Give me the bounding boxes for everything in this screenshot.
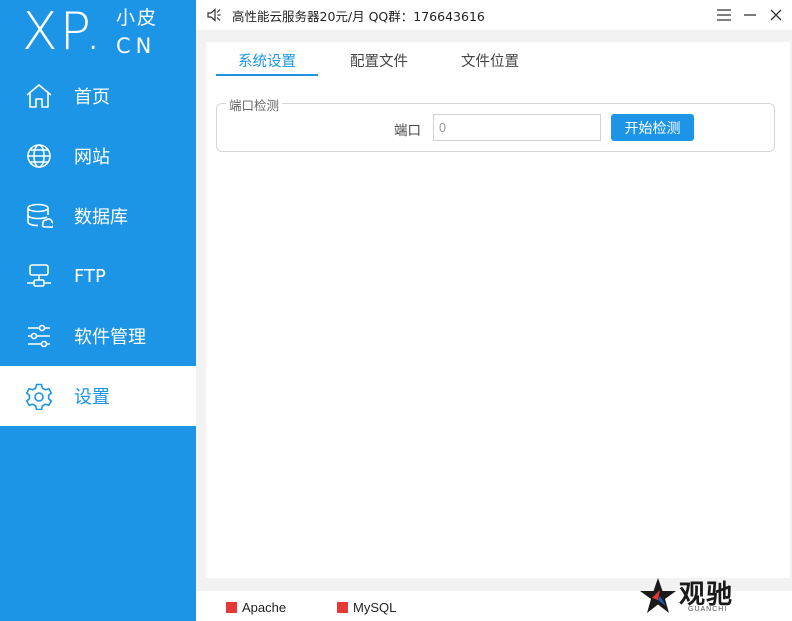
notice-text[interactable]: 高性能云服务器20元/月 QQ群：176643616 bbox=[232, 6, 485, 25]
port-input[interactable] bbox=[433, 114, 601, 141]
close-button[interactable] bbox=[766, 5, 786, 25]
menu-button[interactable] bbox=[714, 5, 734, 25]
ftp-icon bbox=[25, 262, 53, 290]
logo: XP. 小皮 CN bbox=[0, 0, 196, 66]
logo-main: XP. bbox=[22, 2, 104, 62]
status-label: Apache bbox=[242, 600, 287, 615]
sidebar-item-home[interactable]: 首页 bbox=[0, 66, 196, 126]
tab-config-files[interactable]: 配置文件 bbox=[330, 50, 428, 76]
gear-icon bbox=[25, 382, 53, 410]
sidebar-item-database[interactable]: 数据库 bbox=[0, 186, 196, 246]
sidebar-item-label: FTP bbox=[74, 265, 106, 287]
tab-file-locations[interactable]: 文件位置 bbox=[440, 50, 540, 76]
sidebar-item-software[interactable]: 软件管理 bbox=[0, 306, 196, 366]
globe-icon bbox=[25, 142, 53, 170]
app-window: XP. 小皮 CN 首页 网站 数据库 FTP 软件管理 设置 高性能云服务器2… bbox=[0, 0, 792, 621]
sidebar-item-label: 网站 bbox=[74, 147, 110, 168]
port-label: 端口 bbox=[394, 123, 421, 139]
status-stopped-indicator bbox=[226, 602, 237, 613]
logo-small: 小皮 bbox=[116, 7, 159, 29]
star-logo-icon bbox=[638, 576, 678, 616]
status-label: MySQL bbox=[353, 600, 397, 615]
logo-cn: CN bbox=[116, 34, 157, 58]
status-apache[interactable]: Apache bbox=[226, 600, 286, 615]
sidebar-item-label: 软件管理 bbox=[74, 327, 146, 348]
sidebar-item-label: 首页 bbox=[74, 87, 110, 108]
minimize-button[interactable] bbox=[740, 5, 760, 25]
status-stopped-indicator bbox=[337, 602, 348, 613]
speaker-icon bbox=[206, 7, 222, 23]
sidebar-item-label: 数据库 bbox=[74, 207, 128, 228]
sliders-icon bbox=[25, 322, 53, 350]
sidebar-item-website[interactable]: 网站 bbox=[0, 126, 196, 186]
top-bar: 高性能云服务器20元/月 QQ群：176643616 bbox=[196, 0, 792, 30]
start-detect-button[interactable]: 开始检测 bbox=[611, 114, 694, 141]
tab-system-settings[interactable]: 系统设置 bbox=[216, 50, 318, 76]
sidebar-item-ftp[interactable]: FTP bbox=[0, 246, 196, 306]
group-title: 端口检测 bbox=[226, 95, 283, 114]
sidebar: XP. 小皮 CN 首页 网站 数据库 FTP 软件管理 设置 bbox=[0, 0, 196, 621]
watermark: 观驰 GUANCHI bbox=[636, 572, 756, 618]
sidebar-item-settings[interactable]: 设置 bbox=[0, 366, 196, 426]
watermark-sub: GUANCHI bbox=[688, 606, 728, 613]
sidebar-item-label: 设置 bbox=[74, 387, 110, 408]
database-icon bbox=[25, 202, 53, 230]
status-mysql[interactable]: MySQL bbox=[337, 600, 396, 615]
home-icon bbox=[25, 82, 53, 110]
sidebar-nav: 首页 网站 数据库 FTP 软件管理 设置 bbox=[0, 66, 196, 426]
